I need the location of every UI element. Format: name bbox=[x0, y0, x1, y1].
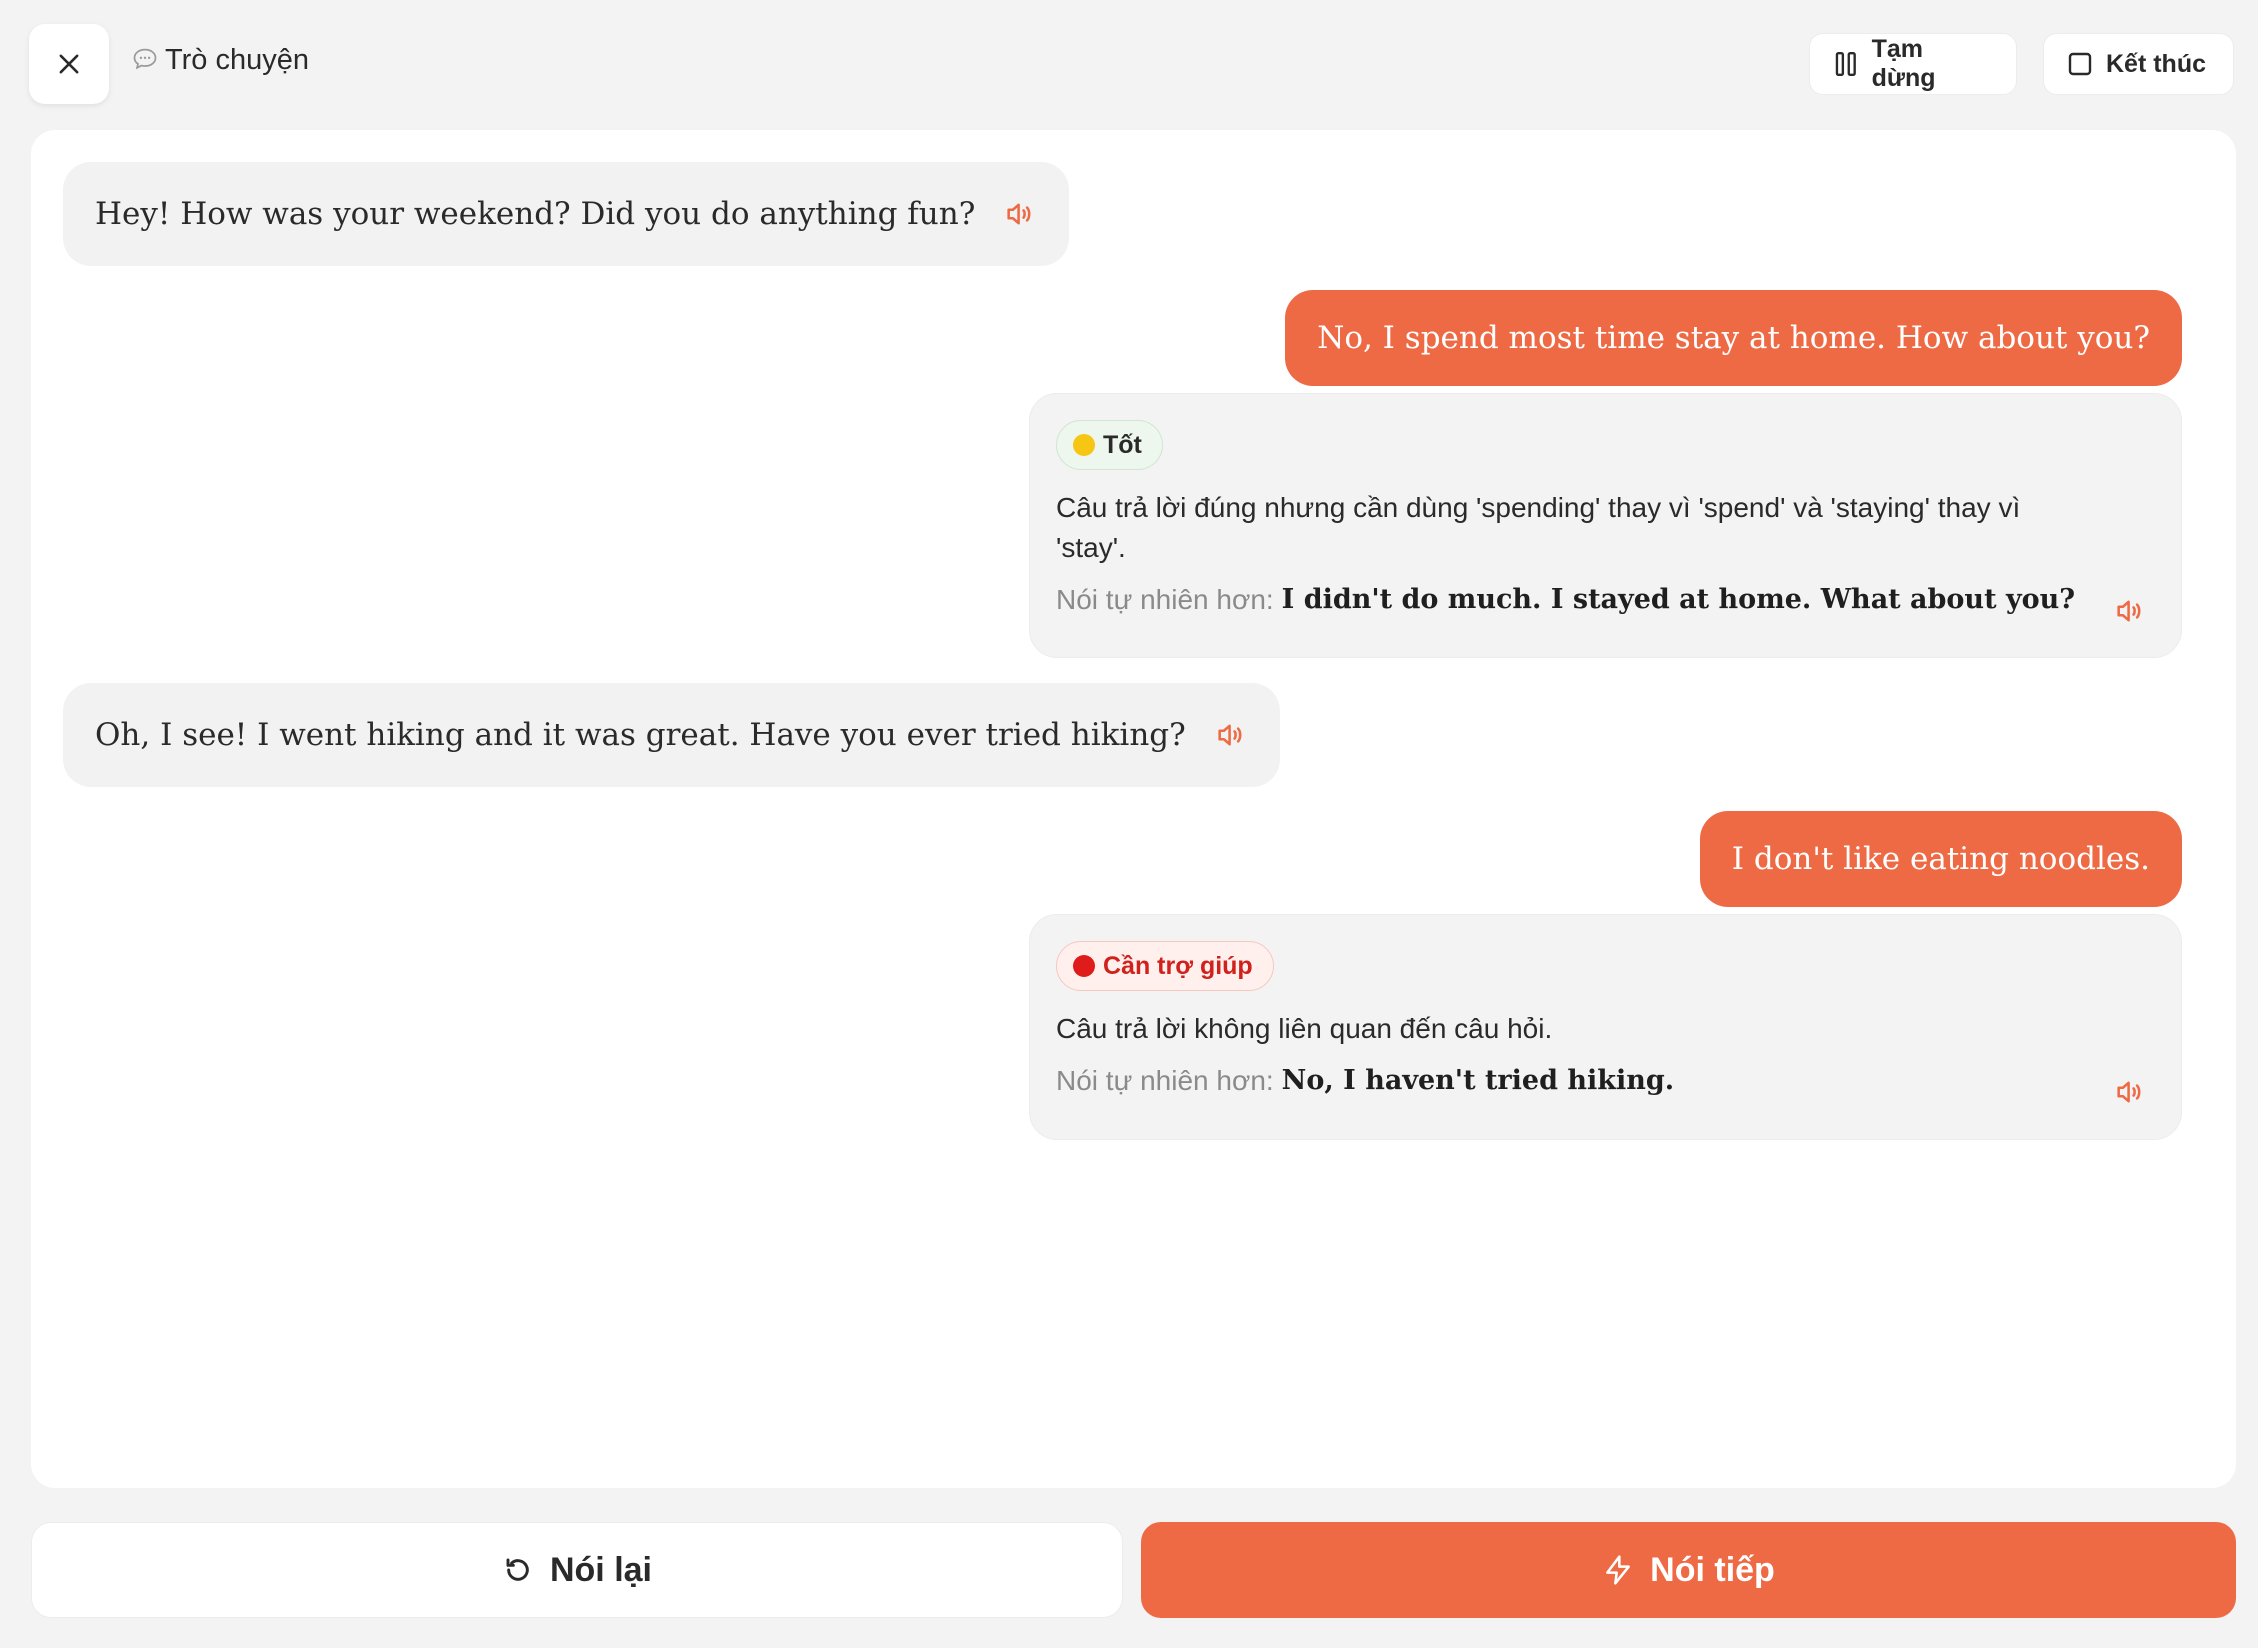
page-title: Trò chuyện bbox=[165, 44, 309, 76]
pause-icon bbox=[1835, 51, 1856, 77]
close-icon bbox=[59, 54, 79, 74]
red-dot-icon bbox=[1073, 955, 1095, 977]
ai-message-text: Hey! How was your weekend? Did you do an… bbox=[95, 196, 976, 232]
natural-suggestion-text: I didn't do much. I stayed at home. What… bbox=[1281, 584, 2076, 615]
retry-icon bbox=[506, 1558, 529, 1581]
speaker-icon[interactable] bbox=[1003, 197, 1037, 231]
rating-badge-label: Cần trợ giúp bbox=[1103, 951, 1253, 980]
ai-message: Hey! How was your weekend? Did you do an… bbox=[63, 162, 1070, 266]
ai-message: Oh, I see! I went hiking and it was grea… bbox=[63, 683, 1280, 787]
yellow-dot-icon bbox=[1073, 434, 1095, 456]
stop-icon bbox=[2068, 52, 2092, 76]
feedback-comment-line: Câu trả lời đúng nhưng cần dùng 'spendin… bbox=[1056, 492, 2021, 523]
retry-button[interactable]: Nói lại bbox=[31, 1522, 1123, 1618]
speech-bubble-icon bbox=[131, 45, 159, 77]
chat-panel: Hey! How was your weekend? Did you do an… bbox=[31, 130, 2236, 1488]
feedback-card: Cần trợ giúp Câu trả lời không liên quan… bbox=[1029, 914, 2182, 1140]
continue-button[interactable]: Nói tiếp bbox=[1141, 1522, 2236, 1618]
rating-badge-label: Tốt bbox=[1103, 430, 1142, 459]
top-bar: Trò chuyện Tạm dừng Kết thúc bbox=[0, 0, 2258, 130]
speaker-icon[interactable] bbox=[2113, 594, 2147, 628]
page-title-group: Trò chuyện bbox=[131, 44, 309, 77]
pause-button[interactable]: Tạm dừng bbox=[1809, 33, 2017, 95]
end-button[interactable]: Kết thúc bbox=[2043, 33, 2234, 95]
speaker-icon[interactable] bbox=[1214, 718, 1248, 752]
feedback-comment: Câu trả lời không liên quan đến câu hỏi. bbox=[1056, 1013, 1553, 1044]
speaker-icon[interactable] bbox=[2113, 1075, 2147, 1109]
feedback-comment-line: 'stay'. bbox=[1056, 532, 1126, 563]
user-message-text: I don't like eating noodles. bbox=[1731, 841, 2150, 877]
user-message-text: No, I spend most time stay at home. How … bbox=[1317, 320, 2150, 356]
continue-label: Nói tiếp bbox=[1650, 1550, 1775, 1589]
natural-suggestion-label: Nói tự nhiên hơn: bbox=[1056, 584, 1274, 615]
retry-label: Nói lại bbox=[549, 1550, 653, 1589]
natural-suggestion-text: No, I haven't tried hiking. bbox=[1281, 1065, 1675, 1096]
rating-badge: Tốt bbox=[1056, 420, 1163, 470]
ai-message-text: Oh, I see! I went hiking and it was grea… bbox=[95, 717, 1186, 753]
natural-suggestion: Nói tự nhiên hơn: I didn't do much. I st… bbox=[1056, 580, 2155, 620]
end-label: Kết thúc bbox=[2106, 49, 2206, 78]
pause-label: Tạm dừng bbox=[1871, 35, 1936, 92]
feedback-comment: Câu trả lời đúng nhưng cần dùng 'spendin… bbox=[1056, 488, 2155, 568]
lightning-icon bbox=[1606, 1555, 1631, 1585]
natural-suggestion-label: Nói tự nhiên hơn: bbox=[1056, 1065, 1274, 1096]
close-button[interactable] bbox=[29, 24, 109, 104]
user-message: I don't like eating noodles. bbox=[1699, 811, 2182, 907]
feedback-card: Tốt Câu trả lời đúng nhưng cần dùng 'spe… bbox=[1029, 393, 2182, 658]
rating-badge: Cần trợ giúp bbox=[1056, 941, 1274, 991]
user-message: No, I spend most time stay at home. How … bbox=[1285, 290, 2182, 386]
natural-suggestion: Nói tự nhiên hơn: No, I haven't tried hi… bbox=[1056, 1061, 2155, 1101]
